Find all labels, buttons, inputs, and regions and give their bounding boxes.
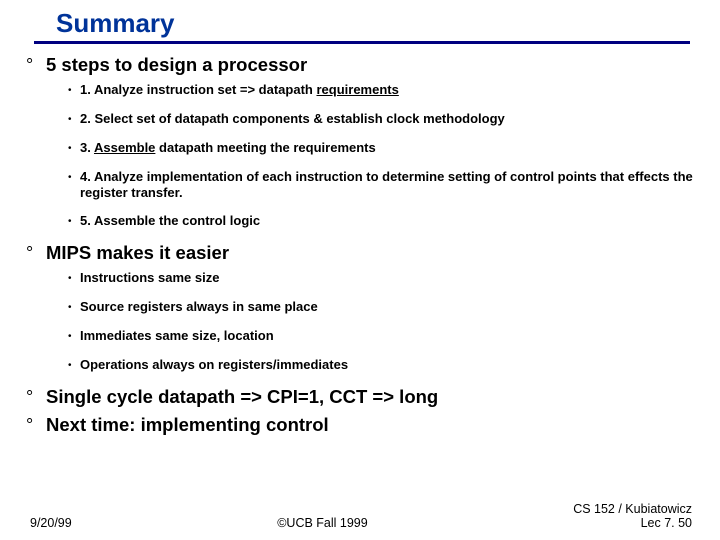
- top-level-heading: 5 steps to design a processor: [46, 54, 307, 76]
- sub-item: •1. Analyze instruction set => datapath …: [68, 82, 700, 99]
- sub-item: •Immediates same size, location: [68, 328, 700, 345]
- degree-bullet-icon: °: [26, 386, 46, 408]
- top-level-item: °Single cycle datapath => CPI=1, CCT => …: [26, 386, 700, 408]
- top-level-item: °5 steps to design a processor: [26, 54, 700, 76]
- sub-item-text: 3. Assemble datapath meeting the require…: [80, 140, 376, 156]
- top-level-heading: MIPS makes it easier: [46, 242, 229, 264]
- title-underline: [34, 41, 690, 44]
- top-level-item: °Next time: implementing control: [26, 414, 700, 436]
- sub-item: •4. Analyze implementation of each instr…: [68, 169, 700, 201]
- slide-content: °5 steps to design a processor•1. Analyz…: [20, 54, 700, 436]
- sub-item: •2. Select set of datapath components & …: [68, 111, 700, 128]
- sub-item-text: Source registers always in same place: [80, 299, 318, 315]
- sub-item-text: 1. Analyze instruction set => datapath r…: [80, 82, 399, 98]
- dot-bullet-icon: •: [68, 270, 80, 287]
- sub-item: •Source registers always in same place: [68, 299, 700, 316]
- dot-bullet-icon: •: [68, 140, 80, 157]
- dot-bullet-icon: •: [68, 299, 80, 316]
- sub-item-text: Immediates same size, location: [80, 328, 274, 344]
- sub-item-text: 4. Analyze implementation of each instru…: [80, 169, 700, 201]
- footer: 9/20/99 ©UCB Fall 1999 CS 152 / Kubiatow…: [0, 502, 720, 530]
- sub-list: •Instructions same size•Source registers…: [26, 270, 700, 374]
- dot-bullet-icon: •: [68, 169, 80, 186]
- sub-item: •5. Assemble the control logic: [68, 213, 700, 230]
- footer-date: 9/20/99: [30, 516, 72, 530]
- sub-item: •Instructions same size: [68, 270, 700, 287]
- dot-bullet-icon: •: [68, 357, 80, 374]
- top-level-heading: Next time: implementing control: [46, 414, 329, 436]
- sub-item: •Operations always on registers/immediat…: [68, 357, 700, 374]
- sub-item: •3. Assemble datapath meeting the requir…: [68, 140, 700, 157]
- dot-bullet-icon: •: [68, 328, 80, 345]
- top-level-item: °MIPS makes it easier: [26, 242, 700, 264]
- sub-list: •1. Analyze instruction set => datapath …: [26, 82, 700, 230]
- footer-course: CS 152 / Kubiatowicz Lec 7. 50: [573, 502, 692, 530]
- degree-bullet-icon: °: [26, 54, 46, 76]
- top-level-heading: Single cycle datapath => CPI=1, CCT => l…: [46, 386, 438, 408]
- sub-item-text: Instructions same size: [80, 270, 219, 286]
- dot-bullet-icon: •: [68, 213, 80, 230]
- sub-item-text: 2. Select set of datapath components & e…: [80, 111, 505, 127]
- slide: Summary °5 steps to design a processor•1…: [0, 0, 720, 540]
- degree-bullet-icon: °: [26, 414, 46, 436]
- sub-item-text: 5. Assemble the control logic: [80, 213, 260, 229]
- dot-bullet-icon: •: [68, 111, 80, 128]
- degree-bullet-icon: °: [26, 242, 46, 264]
- sub-item-text: Operations always on registers/immediate…: [80, 357, 348, 373]
- slide-title: Summary: [56, 8, 700, 39]
- footer-copyright: ©UCB Fall 1999: [72, 516, 573, 530]
- dot-bullet-icon: •: [68, 82, 80, 99]
